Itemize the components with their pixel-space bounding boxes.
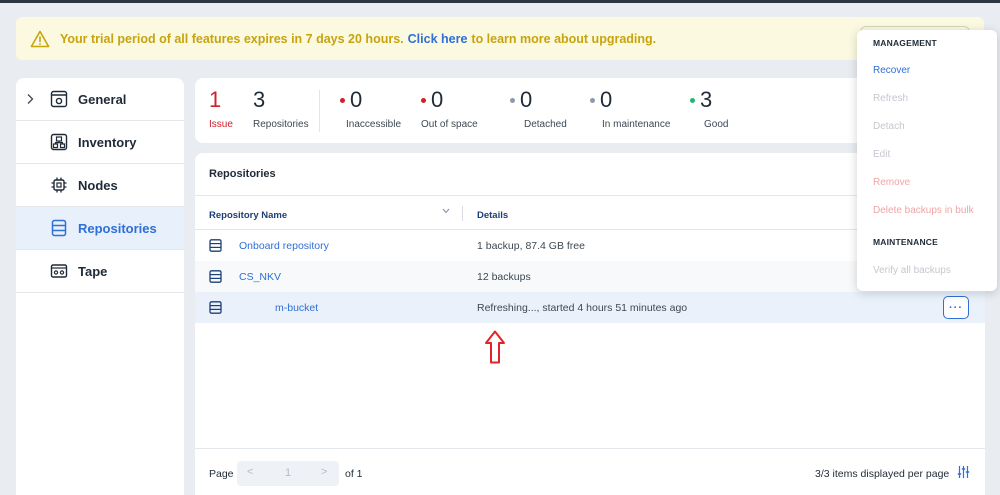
stat-in-maintenance[interactable]: 0 In maintenance	[590, 88, 670, 130]
stat-good-value: 3	[700, 87, 713, 112]
menu-item-recover[interactable]: Recover	[873, 65, 910, 76]
repository-details: Refreshing..., started 4 hours 51 minute…	[477, 302, 688, 314]
stat-out-of-space-label: Out of space	[421, 119, 478, 130]
stat-out-of-space[interactable]: 0 Out of space	[421, 88, 478, 130]
repository-icon	[209, 270, 222, 283]
previous-page-button[interactable]: <	[247, 466, 253, 478]
tape-icon	[50, 264, 68, 278]
stat-repositories[interactable]: 3 Repositories	[253, 87, 309, 131]
chevron-right-icon[interactable]	[26, 93, 34, 105]
banner-text-after: to learn more about upgrading.	[471, 31, 657, 46]
chevron-down-icon[interactable]	[442, 208, 450, 214]
stat-inaccessible-value: 0	[350, 87, 363, 112]
sidebar-item-label: Tape	[78, 263, 108, 279]
upgrade-link[interactable]: Click here	[408, 32, 468, 46]
menu-item-edit[interactable]: Edit	[873, 149, 890, 160]
menu-item-detach[interactable]: Detach	[873, 121, 905, 132]
repository-icon	[51, 219, 67, 237]
up-arrow-annotation-icon	[485, 330, 505, 364]
menu-item-remove[interactable]: Remove	[873, 177, 910, 188]
repository-details: 1 backup, 87.4 GB free	[477, 240, 585, 252]
items-per-page-label: 3/3 items displayed per page	[815, 468, 950, 480]
sidebar-item-nodes[interactable]: Nodes	[16, 164, 184, 207]
current-page-input[interactable]: 1	[285, 467, 291, 479]
sidebar-item-label: Repositories	[78, 220, 157, 236]
warning-icon	[30, 30, 50, 47]
stat-issue[interactable]: 1 Issue	[209, 87, 233, 131]
repository-name[interactable]: CS_NKV	[239, 271, 281, 283]
stat-divider	[319, 90, 320, 132]
repository-name[interactable]: m-bucket	[275, 302, 318, 314]
sidebar-item-label: General	[78, 91, 127, 107]
column-repository-name[interactable]: Repository Name	[209, 210, 287, 221]
menu-item-delete-backups-in-bulk[interactable]: Delete backups in bulk	[873, 205, 974, 216]
menu-item-verify-all-backups[interactable]: Verify all backups	[873, 265, 951, 276]
trial-banner: Your trial period of all features expire…	[16, 17, 984, 60]
stat-issue-label: Issue	[209, 119, 233, 130]
page-label: Page	[209, 468, 234, 480]
table-row-selected[interactable]: m-bucket Refreshing..., started 4 hours …	[195, 292, 985, 323]
repository-icon	[209, 301, 222, 314]
column-settings-icon[interactable]	[957, 465, 970, 479]
menu-header-maintenance: MAINTENANCE	[873, 237, 939, 247]
top-bar	[0, 0, 1000, 3]
general-settings-icon	[50, 90, 68, 108]
status-dot-icon	[510, 97, 515, 103]
stat-good-label: Good	[704, 119, 729, 130]
pager: < 1 >	[237, 461, 339, 486]
stat-inaccessible-label: Inaccessible	[346, 119, 402, 130]
stat-repositories-label: Repositories	[253, 119, 309, 130]
column-details[interactable]: Details	[477, 210, 508, 221]
stat-good[interactable]: 3 Good	[690, 88, 728, 130]
actions-dropdown-menu: MANAGEMENT Recover Refresh Detach Edit R…	[857, 30, 997, 291]
status-dot-icon	[590, 97, 595, 103]
column-separator[interactable]	[462, 206, 463, 221]
sidebar-item-label: Inventory	[78, 134, 137, 150]
repository-details: 12 backups	[477, 271, 531, 283]
next-page-button[interactable]: >	[321, 466, 327, 478]
sidebar-item-inventory[interactable]: Inventory	[16, 121, 184, 164]
stat-in-maintenance-value: 0	[600, 87, 613, 112]
nodes-chip-icon	[51, 177, 67, 193]
stat-inaccessible[interactable]: 0 Inaccessible	[340, 88, 401, 130]
menu-item-refresh[interactable]: Refresh	[873, 93, 908, 104]
menu-header-management: MANAGEMENT	[873, 38, 937, 48]
sidebar: General Inventory Nodes Repositories Tap…	[16, 78, 184, 495]
sidebar-item-repositories[interactable]: Repositories	[16, 207, 184, 250]
pagination-footer: Page < 1 > of 1 3/3 items displayed per …	[195, 448, 985, 495]
repository-name[interactable]: Onboard repository	[239, 240, 329, 252]
status-dot-icon	[690, 97, 695, 103]
status-dot-icon	[421, 97, 426, 103]
stat-issue-value: 1	[209, 87, 222, 112]
status-dot-icon	[340, 97, 345, 103]
inventory-icon	[50, 133, 68, 151]
stat-in-maintenance-label: In maintenance	[602, 119, 671, 130]
stat-repositories-value: 3	[253, 87, 266, 112]
sidebar-item-label: Nodes	[78, 177, 118, 193]
more-actions-button[interactable]: ···	[943, 296, 969, 319]
stat-detached-label: Detached	[524, 119, 567, 130]
stat-detached[interactable]: 0 Detached	[510, 88, 567, 130]
sidebar-item-general[interactable]: General	[16, 78, 184, 121]
stat-out-of-space-value: 0	[431, 87, 444, 112]
page-total: of 1	[345, 468, 363, 480]
repository-icon	[209, 239, 222, 252]
banner-text: Your trial period of all features expire…	[60, 31, 404, 46]
sidebar-item-tape[interactable]: Tape	[16, 250, 184, 293]
stat-detached-value: 0	[520, 87, 533, 112]
